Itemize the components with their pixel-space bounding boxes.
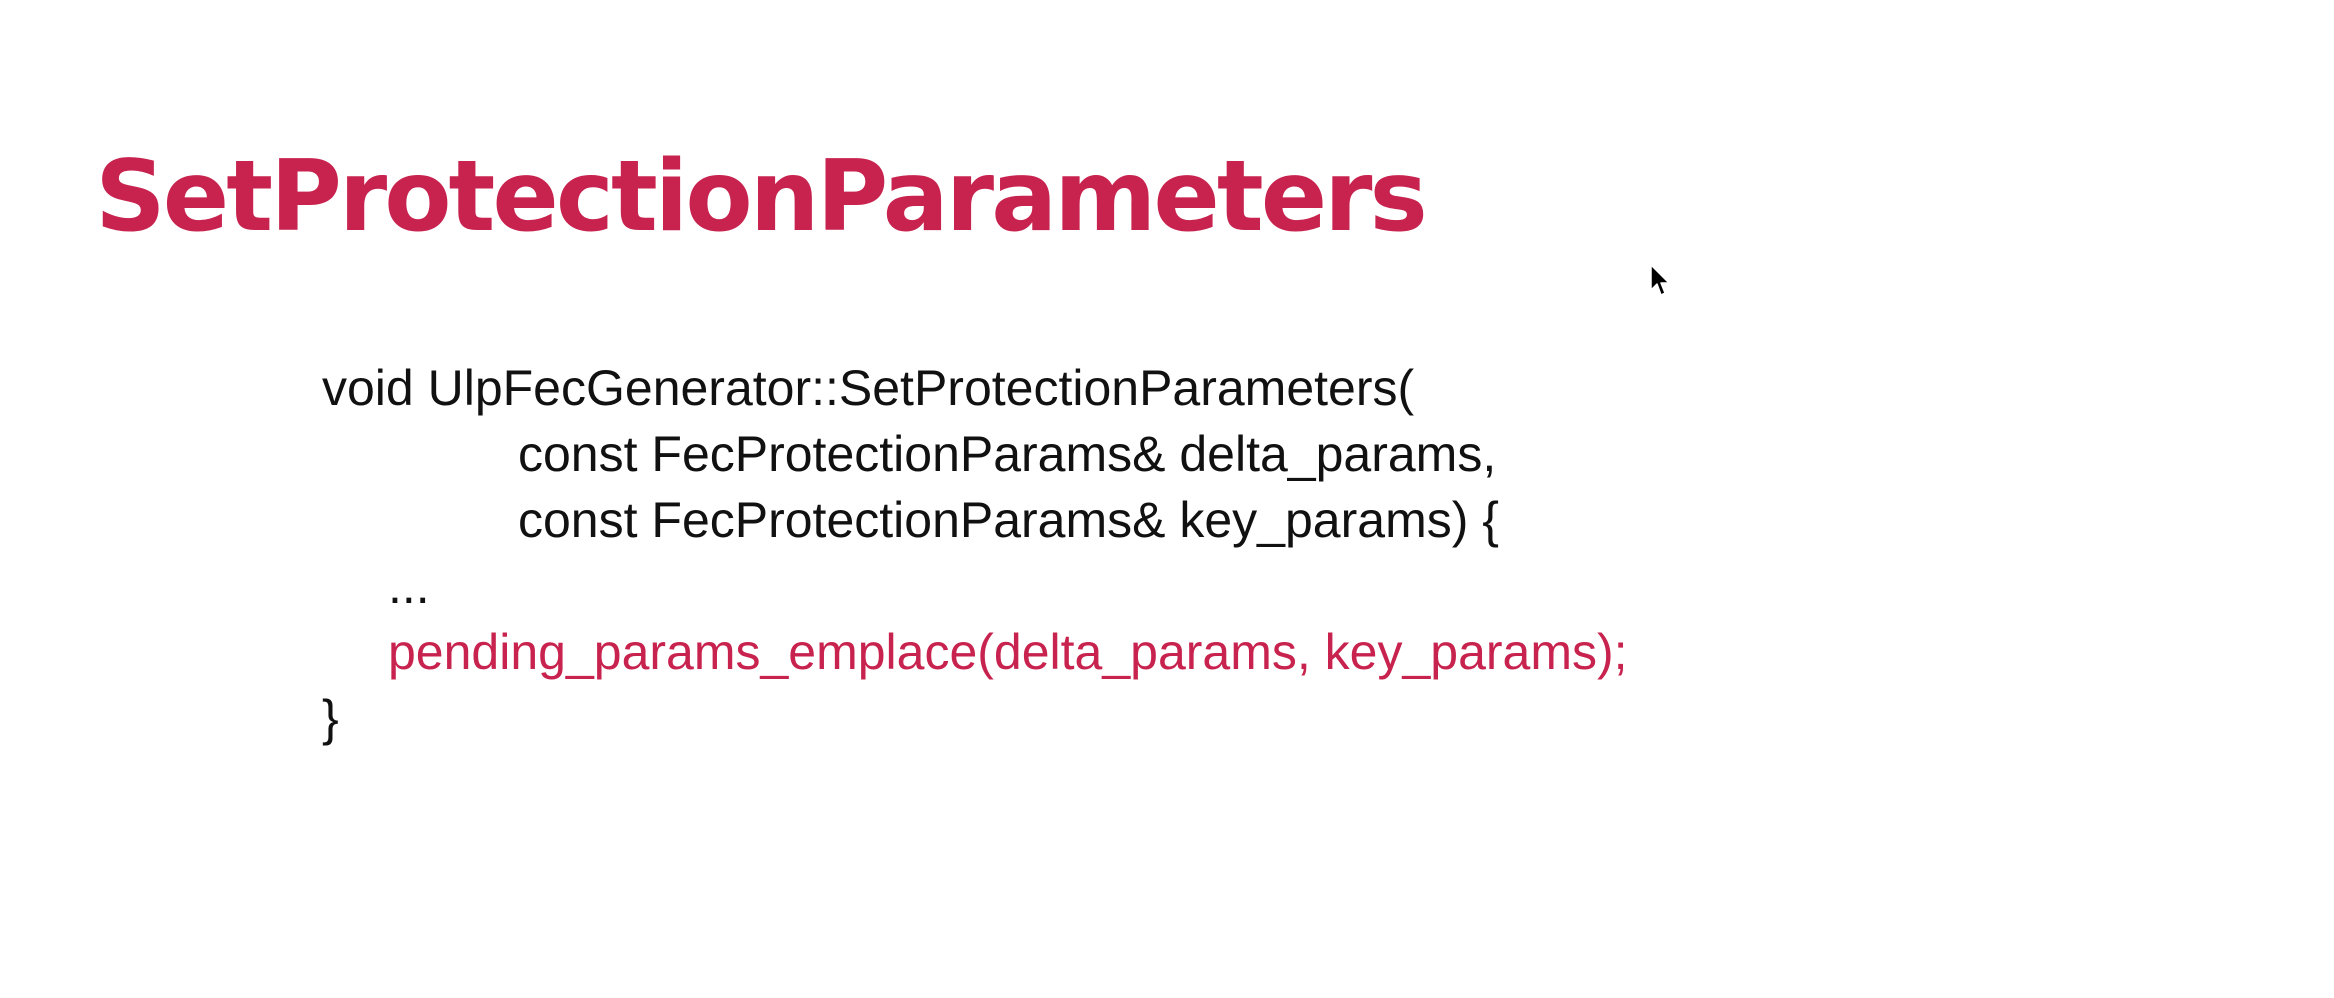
code-line-signature: void UlpFecGenerator::SetProtectionParam… [322,360,1415,416]
code-line-highlighted-call: pending_params_emplace(delta_params, key… [388,624,1628,680]
code-block: void UlpFecGenerator::SetProtectionParam… [322,355,1628,751]
mouse-pointer-icon [1650,264,1670,296]
code-line-closing-brace: } [322,690,339,746]
code-line-key-param: const FecProtectionParams& key_params) { [518,492,1499,548]
code-line-delta-param: const FecProtectionParams& delta_params, [518,426,1497,482]
slide: SetProtectionParameters void UlpFecGener… [0,0,2334,998]
slide-title: SetProtectionParameters [95,140,1428,254]
code-line-ellipsis: ... [388,558,430,614]
